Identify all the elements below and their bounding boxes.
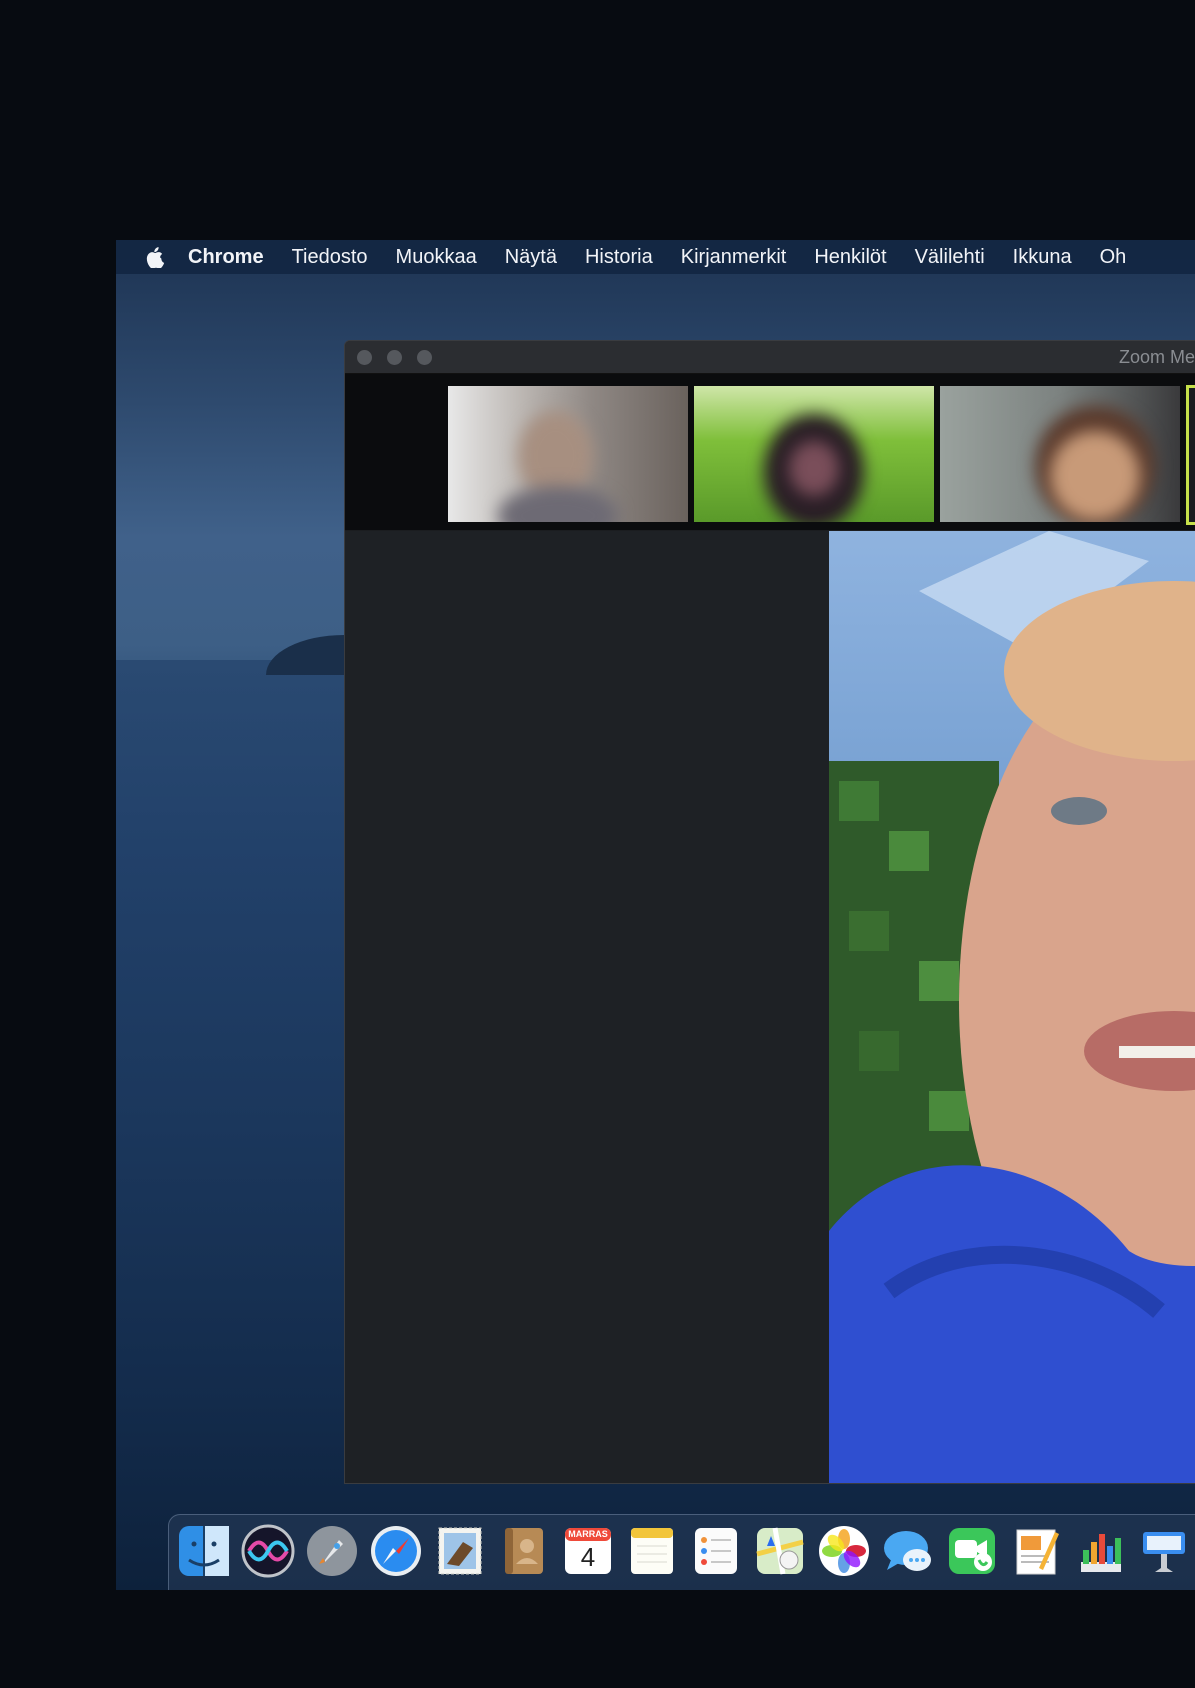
minimize-window-button[interactable]	[387, 350, 402, 365]
participant-thumbnail-3[interactable]	[940, 386, 1180, 522]
active-speaker-video	[829, 531, 1195, 1483]
menu-item-muokkaa[interactable]: Muokkaa	[396, 246, 477, 269]
messages-icon[interactable]	[881, 1524, 935, 1578]
participant-strip	[345, 374, 1195, 530]
menu-item-henkilot[interactable]: Henkilöt	[814, 246, 886, 269]
desktop-screen: Chrome Tiedosto Muokkaa Näytä Historia K…	[116, 240, 1195, 1590]
stamp-icon[interactable]	[433, 1524, 487, 1578]
participant-thumbnail-active[interactable]	[1186, 385, 1195, 525]
speaker-video-frame	[829, 531, 1195, 1483]
maps-icon[interactable]	[753, 1524, 807, 1578]
participant-thumbnail-1[interactable]	[448, 386, 688, 522]
menu-item-ohje[interactable]: Oh	[1100, 246, 1127, 269]
dock: MARRAS 4	[168, 1514, 1195, 1590]
facetime-icon[interactable]	[945, 1524, 999, 1578]
pages-icon[interactable]	[1009, 1524, 1063, 1578]
zoom-window-button[interactable]	[417, 350, 432, 365]
menu-item-kirjanmerkit[interactable]: Kirjanmerkit	[681, 246, 787, 269]
apple-logo-icon[interactable]	[146, 246, 166, 268]
menu-app-name[interactable]: Chrome	[188, 246, 264, 269]
menu-item-nayta[interactable]: Näytä	[505, 246, 557, 269]
menu-item-ikkuna[interactable]: Ikkuna	[1013, 246, 1072, 269]
zoom-window-title: Zoom Me	[1119, 347, 1195, 367]
reminders-icon[interactable]	[689, 1524, 743, 1578]
compass-icon[interactable]	[369, 1524, 423, 1578]
menu-bar: Chrome Tiedosto Muokkaa Näytä Historia K…	[116, 240, 1195, 274]
numbers-icon[interactable]	[1073, 1524, 1127, 1578]
rocket-icon[interactable]	[305, 1524, 359, 1578]
meeting-empty-panel	[345, 531, 829, 1483]
menu-item-valilehti[interactable]: Välilehti	[915, 246, 985, 269]
menu-item-tiedosto[interactable]: Tiedosto	[292, 246, 368, 269]
finder-icon[interactable]	[177, 1524, 231, 1578]
participant-thumbnail-2[interactable]	[694, 386, 934, 522]
siri-icon[interactable]	[241, 1524, 295, 1578]
calendar-month: MARRAS	[568, 1529, 608, 1539]
notes-icon[interactable]	[625, 1524, 679, 1578]
menu-item-historia[interactable]: Historia	[585, 246, 653, 269]
zoom-title-bar[interactable]: Zoom Me	[345, 341, 1195, 374]
contacts-book-icon[interactable]	[497, 1524, 551, 1578]
photos-icon[interactable]	[817, 1524, 871, 1578]
calendar-day: 4	[580, 1542, 596, 1572]
close-window-button[interactable]	[357, 350, 372, 365]
zoom-meeting-window: Zoom Me	[344, 340, 1195, 1484]
keynote-icon[interactable]	[1137, 1524, 1191, 1578]
calendar-icon[interactable]: MARRAS 4	[561, 1524, 615, 1578]
